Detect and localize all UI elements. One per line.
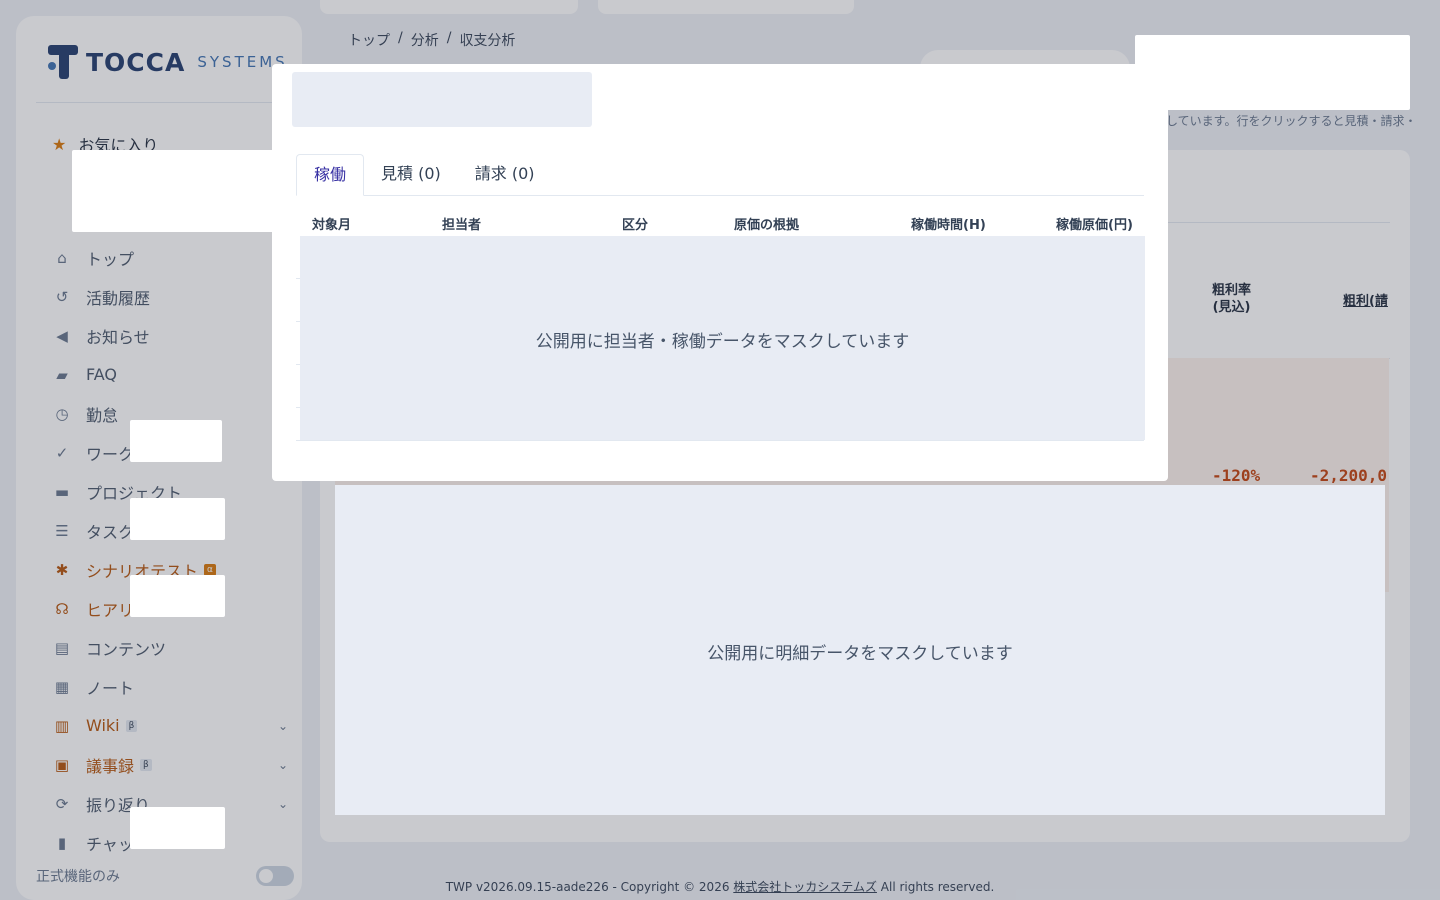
table-row-divider: [296, 440, 1144, 441]
sidebar-label-mask: [130, 498, 225, 540]
modal-tabs: 稼働 見積 (0) 請求 (0): [296, 154, 1144, 196]
sidebar-label-mask: [130, 420, 222, 462]
tab-operation[interactable]: 稼働: [296, 154, 365, 196]
column-header-cost[interactable]: 稼働原価(円): [1056, 214, 1133, 233]
column-header-assignee[interactable]: 担当者: [442, 214, 481, 233]
column-header-hours[interactable]: 稼働時間(H): [911, 214, 986, 233]
detail-mask-note: 公開用に明細データをマスクしています: [707, 644, 1013, 664]
detail-modal: 稼働 見積 (0) 請求 (0) 対象月 担当者 区分 原価の根拠 稼働時間(H…: [272, 64, 1168, 481]
sidebar-label-mask: [130, 807, 225, 849]
favorites-mask: [72, 150, 292, 232]
column-header-month[interactable]: 対象月: [312, 214, 351, 233]
modal-title-mask: [292, 72, 592, 127]
sidebar-label-mask: [130, 575, 225, 617]
header-actions-mask: [1135, 35, 1410, 110]
tab-invoice[interactable]: 請求 (0): [458, 154, 552, 196]
operation-mask-note: 公開用に担当者・稼働データをマスクしています: [535, 332, 910, 352]
operation-table-header: 対象月 担当者 区分 原価の根拠 稼働時間(H) 稼働原価(円): [296, 206, 1144, 236]
column-header-category[interactable]: 区分: [622, 214, 648, 233]
column-header-cost-basis[interactable]: 原価の根拠: [734, 214, 799, 233]
tab-estimate[interactable]: 見積 (0): [364, 154, 458, 196]
